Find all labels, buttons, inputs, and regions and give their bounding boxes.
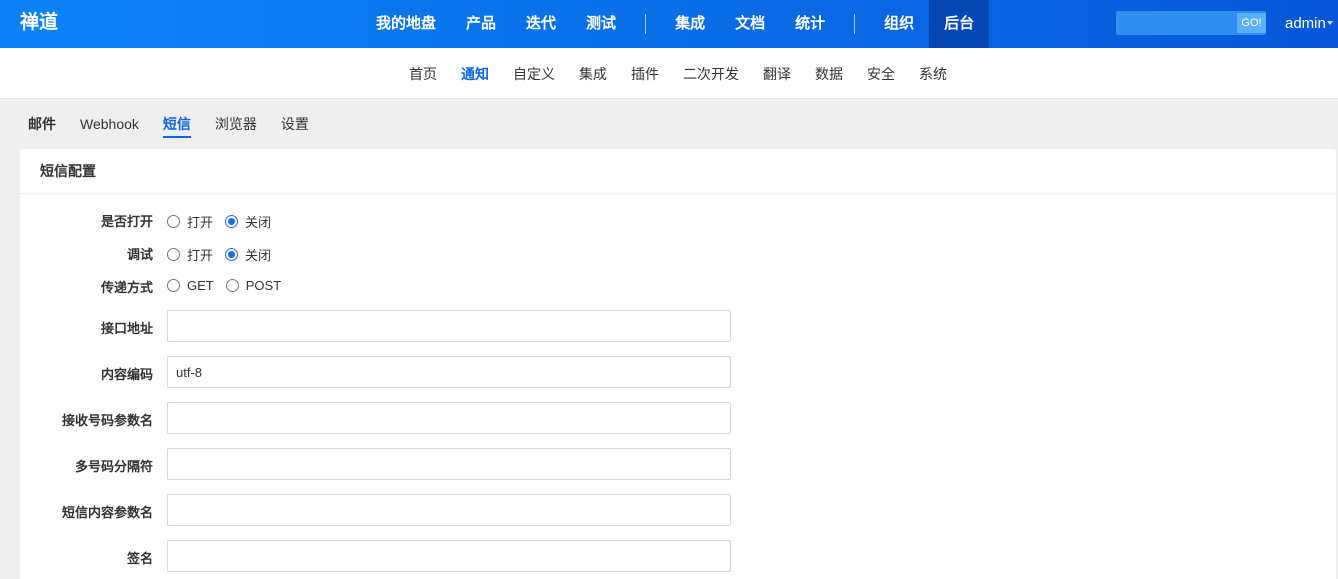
- notify-tabs: 邮件 Webhook 短信 浏览器 设置: [16, 100, 321, 148]
- receiver-param-input[interactable]: [167, 402, 731, 434]
- encoding-row: 内容编码: [20, 356, 740, 388]
- encoding-input[interactable]: [167, 356, 731, 388]
- debug-off-option[interactable]: 关闭: [225, 245, 271, 264]
- panel-title: 短信配置: [20, 149, 1336, 194]
- admin-subnav: 首页 通知 自定义 集成 插件 二次开发 翻译 数据 安全 系统: [0, 48, 1338, 99]
- user-menu[interactable]: admin: [1285, 0, 1333, 48]
- nav-my-space[interactable]: 我的地盘: [361, 0, 451, 48]
- tab-browser[interactable]: 浏览器: [203, 100, 269, 148]
- nav-admin[interactable]: 后台: [929, 0, 990, 48]
- main-nav: 我的地盘 产品 迭代 测试 集成 文档 统计 组织 后台: [361, 0, 990, 48]
- search-box: GO!: [1116, 11, 1266, 35]
- subnav-plugins[interactable]: 插件: [619, 64, 671, 84]
- user-name: admin: [1285, 15, 1326, 32]
- top-header: 禅道 我的地盘 产品 迭代 测试 集成 文档 统计 组织 后台 GO! admi…: [0, 0, 1338, 48]
- tab-webhook[interactable]: Webhook: [68, 100, 151, 148]
- subnav-translate[interactable]: 翻译: [751, 64, 803, 84]
- separator-input[interactable]: [167, 448, 731, 480]
- tab-mail[interactable]: 邮件: [16, 100, 68, 148]
- debug-label: 调试: [126, 247, 153, 262]
- nav-product[interactable]: 产品: [451, 0, 511, 48]
- subnav-security[interactable]: 安全: [855, 64, 907, 84]
- signature-input[interactable]: [167, 540, 731, 572]
- nav-divider: [645, 14, 647, 34]
- method-get-option[interactable]: GET: [167, 278, 214, 293]
- enable-on-option[interactable]: 打开: [167, 212, 213, 231]
- content-param-label: 短信内容参数名: [61, 505, 153, 520]
- enable-off-option[interactable]: 关闭: [225, 212, 271, 231]
- nav-ci[interactable]: 集成: [660, 0, 720, 48]
- subnav-notify[interactable]: 通知: [449, 64, 501, 84]
- radio-button[interactable]: [167, 215, 180, 228]
- enable-row: 是否打开 打开 关闭: [20, 209, 720, 231]
- app-logo[interactable]: 禅道: [20, 0, 58, 48]
- search-go-button[interactable]: GO!: [1237, 13, 1266, 33]
- method-label: 传递方式: [100, 280, 153, 295]
- radio-button[interactable]: [225, 279, 239, 292]
- subnav-custom[interactable]: 自定义: [501, 64, 567, 84]
- content-param-row: 短信内容参数名: [20, 494, 740, 526]
- nav-stats[interactable]: 统计: [780, 0, 840, 48]
- search-input[interactable]: [1116, 11, 1236, 35]
- nav-org[interactable]: 组织: [869, 0, 929, 48]
- signature-row: 签名: [20, 540, 740, 572]
- separator-label: 多号码分隔符: [74, 459, 153, 474]
- subnav-dev[interactable]: 二次开发: [671, 64, 751, 84]
- subnav-integration[interactable]: 集成: [567, 64, 619, 84]
- tab-sms[interactable]: 短信: [151, 100, 203, 148]
- separator-row: 多号码分隔符: [20, 448, 740, 480]
- receiver-param-label: 接收号码参数名: [61, 413, 153, 428]
- nav-iteration[interactable]: 迭代: [511, 0, 571, 48]
- sms-config-panel: 短信配置 是否打开 打开 关闭 调试 打开 关闭 传递方式 GET POST 接…: [20, 149, 1336, 579]
- signature-label: 签名: [126, 551, 153, 566]
- debug-on-option[interactable]: 打开: [167, 245, 213, 264]
- tab-settings[interactable]: 设置: [269, 100, 321, 148]
- nav-doc[interactable]: 文档: [720, 0, 780, 48]
- method-post-option[interactable]: POST: [225, 278, 281, 293]
- content-param-input[interactable]: [167, 494, 731, 526]
- api-url-label: 接口地址: [100, 321, 153, 336]
- radio-button-checked[interactable]: [225, 248, 239, 261]
- caret-down-icon: [1326, 20, 1333, 25]
- enable-label: 是否打开: [100, 214, 153, 229]
- radio-button[interactable]: [167, 279, 180, 292]
- nav-divider: [854, 14, 856, 34]
- api-url-row: 接口地址: [20, 310, 740, 342]
- method-row: 传递方式 GET POST: [20, 275, 720, 295]
- radio-button-checked[interactable]: [225, 215, 239, 228]
- api-url-input[interactable]: [167, 310, 731, 342]
- subnav-home[interactable]: 首页: [397, 64, 449, 84]
- debug-row: 调试 打开 关闭: [20, 242, 720, 264]
- encoding-label: 内容编码: [100, 367, 153, 382]
- subnav-data[interactable]: 数据: [803, 64, 855, 84]
- subnav-system[interactable]: 系统: [907, 64, 959, 84]
- receiver-param-row: 接收号码参数名: [20, 402, 740, 434]
- radio-button[interactable]: [167, 248, 180, 261]
- nav-test[interactable]: 测试: [571, 0, 631, 48]
